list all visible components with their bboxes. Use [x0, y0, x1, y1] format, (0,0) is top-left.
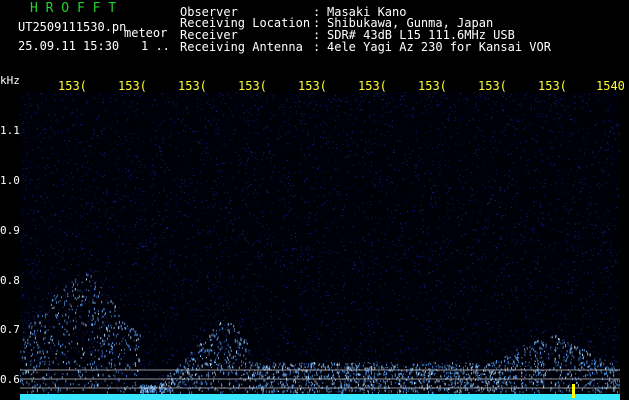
x-tick-label: 153( [178, 79, 207, 93]
marker-tick [572, 384, 575, 398]
mode-label: meteor [124, 26, 168, 40]
x-tick-label: 153( [238, 79, 267, 93]
filename: UT2509111530.pn [18, 20, 127, 34]
carrier-band [20, 394, 620, 400]
x-tick-label: 153( [118, 79, 147, 93]
x-tick-label: 153( [418, 79, 447, 93]
x-tick-label: 153( [478, 79, 507, 93]
x-tick-label: 153( [358, 79, 387, 93]
info-sep: : [313, 40, 321, 54]
spectrogram-waterfall[interactable] [20, 92, 620, 400]
y-tick-label: 1.1 [0, 124, 20, 137]
y-tick-label: 1.0 [0, 174, 20, 187]
info-value-antenna: 4ele Yagi Az 230 for Kansai VOR [327, 40, 551, 54]
app-title: H R O F F T [30, 1, 117, 16]
y-tick-label: 0.6 [0, 373, 20, 386]
meteor-echoes [20, 273, 620, 395]
waterfall-canvas [20, 92, 620, 400]
x-tick-label: 1540 [596, 79, 625, 93]
y-tick-label: 0.9 [0, 224, 20, 237]
y-tick-label: 0.8 [0, 274, 20, 287]
y-tick-label: 0.7 [0, 323, 20, 336]
y-axis-unit: kHz [0, 74, 20, 87]
hrofft-window: H R O F F T UT2509111530.pn meteor 25.09… [0, 0, 629, 400]
x-tick-label: 153( [58, 79, 87, 93]
timestamp: 25.09.11 15:30 [18, 39, 120, 53]
page-indicator[interactable]: 1 .. [141, 40, 170, 52]
x-tick-label: 153( [298, 79, 327, 93]
x-tick-label: 153( [538, 79, 567, 93]
info-label-antenna: Receiving Antenna [180, 40, 303, 54]
